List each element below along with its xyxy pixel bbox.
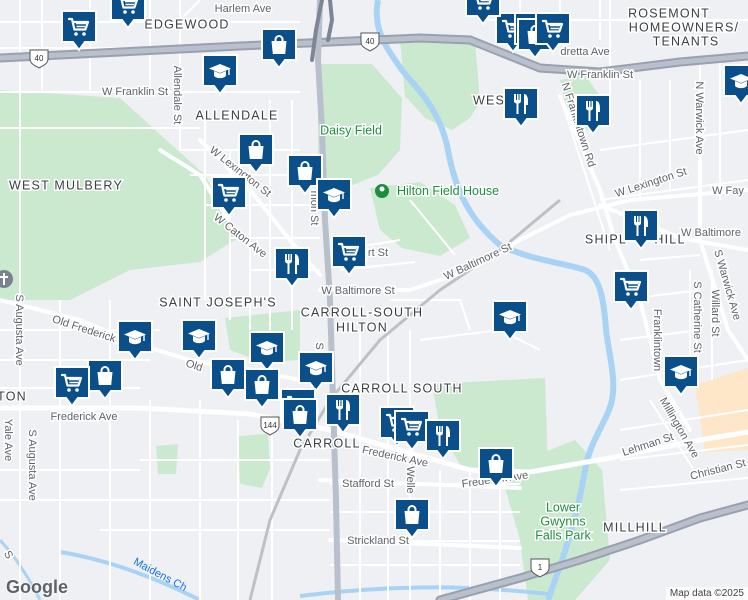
highway-number: 1 (538, 563, 543, 572)
street-label: W Fay (712, 185, 744, 197)
neighborhood-label: HILTON (336, 320, 388, 334)
street-label: W Baltimore St (321, 285, 394, 297)
street-label: rt St (368, 247, 388, 259)
street-label: W Baltimore (681, 227, 741, 239)
neighborhood-label: TENANTS (653, 34, 720, 48)
google-logo: Google (6, 577, 68, 597)
neighborhood-label: HILL (654, 232, 685, 246)
park-label: Lower (546, 500, 580, 514)
park-label: Daisy Field (320, 123, 382, 137)
highway-number: 40 (35, 54, 44, 63)
street-label: S Augusta Ave (13, 294, 25, 365)
highway-number: 144 (263, 421, 277, 430)
neighborhood-label: WES (473, 93, 505, 107)
street-label: Stafford St (342, 478, 394, 490)
map-attribution[interactable]: Map data ©2025 (665, 587, 748, 600)
map-canvas[interactable]: 40 40 144 1 Daisy Field LowerGwynnsFalls Par… (0, 0, 748, 600)
street-label: S (313, 342, 325, 349)
street-label: S Augusta Ave (26, 429, 38, 500)
street-label: W Franklin St (567, 69, 633, 81)
neighborhood-label: EDGEWOOD (144, 17, 229, 31)
map-data-credit: Map data ©2025 (669, 588, 744, 599)
street-label: W Franklin St (102, 86, 168, 98)
neighborhood-label: CARROLL-SOUTH (301, 305, 424, 319)
park-label: Gwynns (540, 514, 585, 528)
neighborhood-label: ROSEMONT (628, 6, 710, 20)
street-label: Welle (404, 466, 416, 493)
street-label: dretta Ave (560, 46, 609, 58)
park-label: Falls Park (535, 528, 591, 542)
neighborhood-label: CARROLL (293, 436, 360, 450)
street-label: Willard St (709, 289, 721, 336)
street-label: Harlem Ave (215, 3, 272, 15)
street-label: Yale Ave (2, 419, 14, 461)
neighborhood-label: ALLENDALE (195, 108, 278, 122)
street-label: Franklintown (651, 309, 663, 371)
neighborhood-label: SAINT JOSEPH'S (159, 295, 277, 309)
street-label: Frederick Ave (50, 411, 117, 423)
street-label: S Catherine St (691, 281, 703, 353)
street-label: Allendale St (171, 66, 183, 125)
street-label: N Warwick Ave (693, 81, 705, 154)
neighborhood-label: WEST MULBERY (9, 178, 123, 192)
neighborhood-label: SHIPL (585, 232, 627, 246)
highway-number: 40 (366, 37, 375, 46)
neighborhood-label: TON (0, 389, 27, 403)
neighborhood-label: MILLHILL (603, 520, 667, 534)
neighborhood-label: HOMEOWNERS/ (629, 20, 739, 34)
poi-label: Hilton Field House (397, 184, 499, 198)
street-label: Strickland St (347, 535, 409, 547)
